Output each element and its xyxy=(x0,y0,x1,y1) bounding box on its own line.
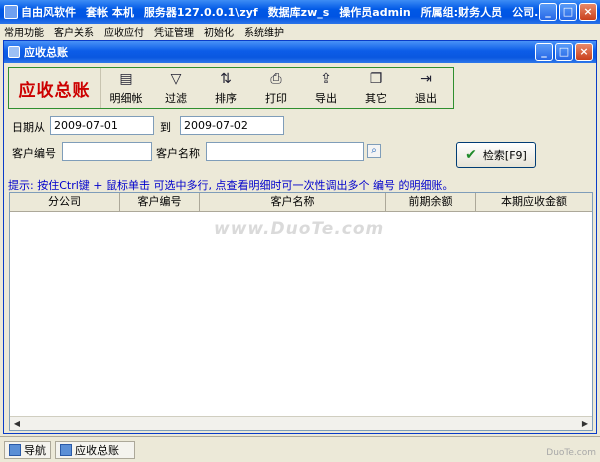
scroll-left-icon[interactable]: ◀ xyxy=(11,418,23,429)
menu-initialization[interactable]: 初始化 xyxy=(204,24,234,39)
date-to-label: 到 xyxy=(160,121,171,134)
table-header: 分公司 客户编号 客户名称 前期余额 本期应收金额 xyxy=(10,193,592,212)
main-menu-bar: 常用功能 客户关系 应收应付 凭证管理 初始化 系统维护 xyxy=(0,24,600,39)
title-group: 所属组:财务人员 xyxy=(420,6,503,19)
app-icon xyxy=(4,5,18,19)
hint-text: 提示: 按住Ctrl键 + 鼠标单击 可选中多行, 点查看明细时可一次性调出多个… xyxy=(8,179,454,192)
corner-watermark: DuoTe.com xyxy=(546,448,596,458)
watermark: www.DuoTe.com xyxy=(214,219,385,239)
print-button[interactable]: ⎙ 打印 xyxy=(251,68,301,108)
sort-icon: ⇅ xyxy=(220,71,232,87)
customer-name-label: 客户名称 xyxy=(156,147,200,160)
filter-label: 过滤 xyxy=(165,92,187,105)
menu-common-functions[interactable]: 常用功能 xyxy=(4,24,44,39)
taskbar-item-navigation-label: 导航 xyxy=(24,443,46,457)
menu-voucher-management[interactable]: 凭证管理 xyxy=(154,24,194,39)
scroll-right-icon[interactable]: ▶ xyxy=(579,418,591,429)
search-button-label: 检索[F9] xyxy=(482,149,527,162)
column-header-prior-balance[interactable]: 前期余额 xyxy=(386,193,476,211)
date-from-input[interactable] xyxy=(50,116,154,135)
date-from-label: 日期从 xyxy=(12,121,45,134)
other-label: 其它 xyxy=(365,92,387,105)
title-database: 数据库zw_s xyxy=(267,6,330,19)
column-header-customer-code[interactable]: 客户编号 xyxy=(120,193,200,211)
ledger-window-title-bar: 应收总账 _ □ × xyxy=(4,41,596,63)
magnifier-icon: ⌕ xyxy=(371,145,377,156)
customer-lookup-button[interactable]: ⌕ xyxy=(367,144,381,158)
menu-receivables-payables[interactable]: 应收应付 xyxy=(104,24,144,39)
detail-ledger-label: 明细帐 xyxy=(109,92,143,105)
column-header-branch[interactable]: 分公司 xyxy=(10,193,120,211)
toolbar: 应收总账 ▤ 明细帐 ▽ 过滤 ⇅ 排序 ⎙ 打印 ⇪ 导出 ❐ 其它 ⇥ 退出 xyxy=(8,67,454,109)
title-operator: 操作员admin xyxy=(339,6,411,19)
close-button[interactable]: × xyxy=(579,3,597,21)
exit-label: 退出 xyxy=(415,92,437,105)
taskbar-item-ledger[interactable]: 应收总账 xyxy=(55,440,135,459)
title-server: 服务器127.0.0.1\zyf xyxy=(143,6,258,19)
export-label: 导出 xyxy=(315,92,337,105)
window-icon xyxy=(8,46,20,58)
minimize-button[interactable]: _ xyxy=(539,3,557,21)
menu-system-maintenance[interactable]: 系统维护 xyxy=(244,24,284,39)
date-to-input[interactable] xyxy=(180,116,284,135)
title-app-name: 自由风软件 xyxy=(21,6,76,19)
inner-minimize-button[interactable]: _ xyxy=(535,43,553,61)
sort-button[interactable]: ⇅ 排序 xyxy=(201,68,251,108)
taskbar-item-navigation[interactable]: 导航 xyxy=(4,440,51,459)
toolbar-title: 应收总账 xyxy=(9,68,101,108)
sort-label: 排序 xyxy=(215,92,237,105)
column-header-customer-name[interactable]: 客户名称 xyxy=(200,193,386,211)
menu-customer-relations[interactable]: 客户关系 xyxy=(54,24,94,39)
navigation-icon xyxy=(9,443,21,456)
column-header-current-receivable[interactable]: 本期应收金额 xyxy=(476,193,592,211)
customer-name-input[interactable] xyxy=(206,142,364,161)
filter-icon: ▽ xyxy=(170,71,182,87)
horizontal-scrollbar[interactable]: ◀ ▶ xyxy=(10,416,592,430)
export-button[interactable]: ⇪ 导出 xyxy=(301,68,351,108)
detail-ledger-button[interactable]: ▤ 明细帐 xyxy=(101,68,151,108)
customer-code-input[interactable] xyxy=(62,142,152,161)
detail-ledger-icon: ▤ xyxy=(119,71,133,87)
ledger-icon xyxy=(60,443,72,456)
exit-button[interactable]: ⇥ 退出 xyxy=(401,68,451,108)
title-account-set: 套帐 本机 xyxy=(86,6,134,19)
search-button[interactable]: ✔ 检索[F9] xyxy=(456,142,536,168)
maximize-button[interactable]: □ xyxy=(559,3,577,21)
customer-code-label: 客户编号 xyxy=(12,147,56,160)
other-icon: ❐ xyxy=(369,71,383,87)
filter-button[interactable]: ▽ 过滤 xyxy=(151,68,201,108)
inner-maximize-button[interactable]: □ xyxy=(555,43,573,61)
checkmark-icon: ✔ xyxy=(465,147,477,163)
window-taskbar: 导航 应收总账 DuoTe.com xyxy=(0,436,600,462)
other-button[interactable]: ❐ 其它 xyxy=(351,68,401,108)
exit-icon: ⇥ xyxy=(420,71,432,87)
inner-close-button[interactable]: × xyxy=(575,43,593,61)
app-title-bar: 自由风软件 套帐 本机 服务器127.0.0.1\zyf 数据库zw_s 操作员… xyxy=(0,0,600,24)
print-label: 打印 xyxy=(265,92,287,105)
taskbar-item-ledger-label: 应收总账 xyxy=(75,443,119,457)
ledger-window: 应收总账 _ □ × 应收总账 ▤ 明细帐 ▽ 过滤 ⇅ 排序 ⎙ 打印 ⇪ 导… xyxy=(3,40,597,434)
ledger-window-title: 应收总账 xyxy=(24,46,68,59)
printer-icon: ⎙ xyxy=(270,71,282,87)
export-icon: ⇪ xyxy=(320,71,332,87)
